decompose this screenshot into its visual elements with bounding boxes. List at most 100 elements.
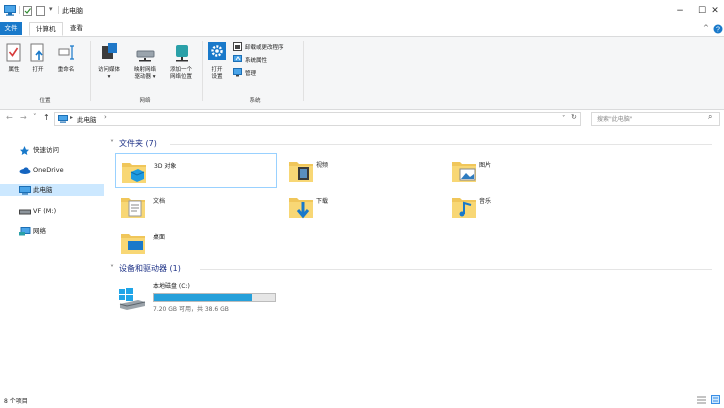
address-dropdown-icon[interactable]: ˅ [562,114,565,122]
tab-computer[interactable]: 计算机 [29,22,63,36]
folder-tile-music[interactable]: 音乐 [448,190,598,223]
map-drive-label-1: 映射网络 [133,67,156,73]
ribbon-separator [202,41,203,101]
windows-drive-icon [119,288,146,310]
nav-label: 快速访问 [33,146,59,154]
settings-icon [208,42,226,60]
open-settings-button[interactable]: 打开 设置 [205,41,229,91]
folder-tile-pictures[interactable]: 图片 [448,153,598,186]
manage-button[interactable]: 管理 [233,68,313,78]
videos-folder-icon [289,162,313,182]
title-separator: | [57,5,60,14]
drive-usage-bar [153,293,276,302]
properties-qat-icon[interactable] [23,6,33,16]
media-icon [102,43,117,59]
uninstall-program-label: 卸载或更改程序 [245,45,284,51]
breadcrumb-arrow[interactable]: › [104,113,107,121]
map-network-drive-button[interactable]: 映射网络 驱动器 ▾ [128,41,162,91]
group-divider [170,144,712,145]
open-settings-label-2: 设置 [211,74,223,80]
breadcrumb-this-pc[interactable]: 此电脑 [77,114,97,124]
computer-icon [4,5,16,16]
folder-tile-3d-objects[interactable]: 3D 对象 [115,153,277,188]
folders-group-chevron-icon[interactable]: ˅ [110,139,114,148]
folder-tile-downloads[interactable]: 下载 [285,190,435,223]
back-button[interactable]: ← [6,113,13,122]
window-title: 此电脑 [62,7,83,15]
rename-button[interactable]: 重命名 [51,41,81,91]
drive-name: 本地磁盘 (C:) [153,283,190,290]
desktop-folder-icon [121,234,145,254]
minimize-button[interactable]: − [669,4,691,18]
folder-label: 视频 [316,162,329,169]
new-folder-qat-icon[interactable] [36,6,46,16]
access-media-button[interactable]: 访问媒体 ▾ [93,41,125,91]
tab-view[interactable]: 查看 [64,22,89,35]
folder-tile-desktop[interactable]: 桌面 [115,226,265,259]
up-button[interactable]: ↑ [43,113,50,122]
tiles-view-icon[interactable] [711,395,720,404]
navigation-pane: 快速访问 OneDrive 此电脑 VF (M:) 网络 [0,140,104,250]
folder-label: 下载 [316,198,329,205]
close-button[interactable]: ✕ [704,4,724,18]
refresh-icon[interactable]: ↻ [571,113,577,121]
folder-tile-documents[interactable]: 文档 [115,190,265,223]
properties-button[interactable]: 属性 [3,41,25,91]
tab-file[interactable]: 文件 [0,22,22,35]
pin-icon [20,146,29,155]
add-network-location-button[interactable]: 添加一个 网络位置 [164,41,198,91]
rename-label: 重命名 [57,67,75,73]
system-properties-button[interactable]: 系统属性 [233,55,313,65]
programs-icon [233,42,242,51]
ribbon: 属性 打开 重命名 位置 访问媒体 ▾ 映射网络 驱动器 ▾ 添加一个 网络位置… [0,36,724,110]
nav-label: OneDrive [33,166,64,174]
collapse-ribbon-icon[interactable]: ^ [703,24,709,32]
navigation-bar: ← → ˅ ↑ ▸ 此电脑 › ˅ ↻ 搜索"此电脑" ⌕ [0,110,724,128]
forward-button[interactable]: → [20,113,27,122]
nav-item-quick-access[interactable]: 快速访问 [0,144,104,156]
rename-icon [58,45,74,60]
address-input[interactable]: ▸ 此电脑 › ˅ ↻ [54,112,581,126]
uninstall-program-button[interactable]: 卸载或更改程序 [233,42,313,52]
search-icon[interactable]: ⌕ [708,112,712,122]
folders-group-header[interactable]: 文件夹 (7) [119,138,157,149]
network-drive-icon [136,50,155,62]
title-bar: | ▾ | 此电脑 − ☐ ✕ [0,0,724,22]
open-button[interactable]: 打开 [27,41,49,91]
devices-group-header[interactable]: 设备和驱动器 (1) [119,263,181,274]
nav-item-this-pc[interactable]: 此电脑 [0,184,104,196]
network-group-label: 网络 [139,98,151,104]
nav-label: VF (M:) [33,207,57,215]
network-location-icon [176,45,188,62]
documents-folder-icon [121,198,145,218]
pictures-folder-icon [452,162,476,182]
add-location-label-2: 网络位置 [169,74,192,80]
qat-customize-icon[interactable]: ▾ [49,5,53,13]
network-icon [19,227,31,236]
properties-icon [6,43,21,62]
system-properties-label: 系统属性 [245,58,268,64]
nav-item-onedrive[interactable]: OneDrive [0,164,104,176]
search-input[interactable]: 搜索"此电脑" ⌕ [591,112,720,126]
details-view-icon[interactable] [697,396,706,404]
add-location-label-1: 添加一个 [169,67,192,73]
open-settings-label-1: 打开 [211,67,223,73]
recent-locations-button[interactable]: ˅ [33,113,37,121]
folder-tile-videos[interactable]: 视频 [285,153,435,186]
nav-item-vf-drive[interactable]: VF (M:) [0,205,104,217]
drive-tile-c[interactable]: 本地磁盘 (C:) 7.20 GB 可用，共 38.6 GB [115,280,285,316]
properties-label: 属性 [8,67,20,73]
manage-label: 管理 [245,71,257,77]
folder-label: 桌面 [153,234,166,241]
help-icon[interactable]: ? [713,24,723,34]
devices-group-chevron-icon[interactable]: ˅ [110,264,114,273]
folder-label: 文档 [153,198,166,205]
location-group-label: 位置 [39,98,51,104]
ribbon-separator [303,41,304,101]
ribbon-tabs: 文件 计算机 查看 ^ ? [0,22,724,36]
open-label: 打开 [32,67,44,73]
breadcrumb-separator[interactable]: ▸ [70,114,73,121]
nav-label: 网络 [33,227,46,235]
folder-label: 音乐 [479,198,492,205]
nav-item-network[interactable]: 网络 [0,225,104,237]
